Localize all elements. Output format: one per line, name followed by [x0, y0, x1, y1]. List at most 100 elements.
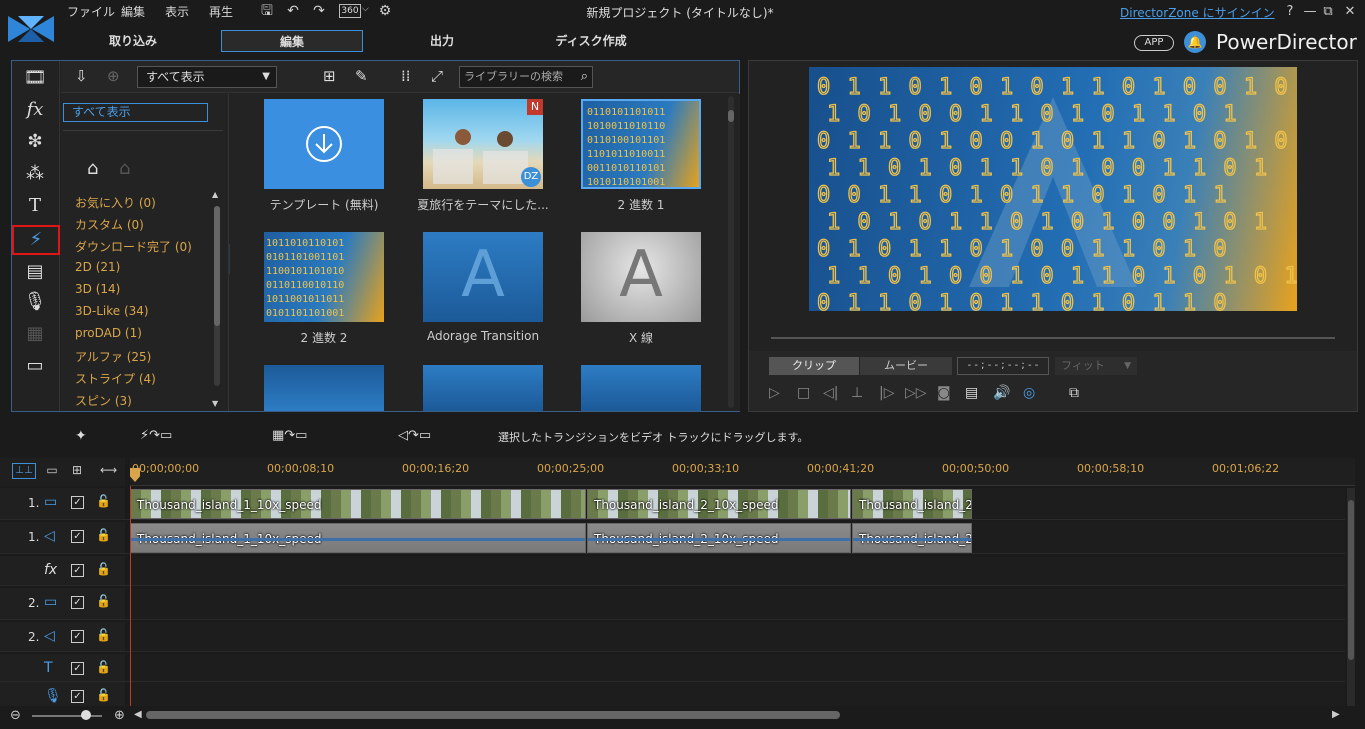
- split-icon[interactable]: ⊥: [851, 385, 863, 401]
- thumb-xray[interactable]: A: [581, 232, 701, 322]
- timeline-ruler[interactable]: 00;00;00;00 00;00;08;10 00;00;16;20 00;00;2…: [130, 458, 1355, 486]
- tab-produce[interactable]: 出力: [371, 30, 513, 52]
- category-item[interactable]: お気に入り (0): [75, 194, 156, 211]
- track-enable-checkbox[interactable]: ✓: [71, 662, 84, 675]
- category-item[interactable]: 3D (14): [75, 282, 120, 296]
- lock-icon[interactable]: 🔓: [96, 628, 111, 642]
- edit-icon[interactable]: ✎: [355, 67, 368, 85]
- zoom-out-icon[interactable]: ⊖: [10, 708, 21, 723]
- track-body[interactable]: [130, 654, 1345, 681]
- tab-edit[interactable]: 編集: [221, 30, 363, 52]
- tab-disc[interactable]: ディスク作成: [520, 30, 662, 52]
- magic-tool-icon[interactable]: ✦: [75, 428, 87, 444]
- zoom-slider-thumb[interactable]: [81, 710, 91, 720]
- voice-over-room-icon[interactable]: 🎙: [22, 289, 48, 315]
- undo-icon[interactable]: ↶: [284, 2, 302, 20]
- media-room-icon[interactable]: 🎞: [22, 65, 48, 91]
- thumb-row3-1[interactable]: [264, 365, 384, 411]
- timeline-v-scroll-thumb[interactable]: [1348, 500, 1354, 660]
- zoom-in-icon[interactable]: ⊕: [114, 708, 125, 723]
- timecode-display[interactable]: - - ; - - ; - - ; - -: [957, 357, 1049, 375]
- category-item[interactable]: アルファ (25): [75, 348, 151, 365]
- audio-mix-room-icon[interactable]: ▤: [22, 259, 48, 285]
- track-body[interactable]: [130, 556, 1345, 585]
- fx-room-icon[interactable]: fx: [22, 97, 48, 123]
- lock-icon[interactable]: 🔓: [96, 594, 111, 608]
- thumb-row3-2[interactable]: [423, 365, 543, 411]
- particle-room-icon[interactable]: ⁂: [22, 161, 48, 187]
- 360-icon[interactable]: 360: [339, 4, 361, 18]
- video-clip[interactable]: Thousand_island_2_: [852, 489, 972, 519]
- add-tag-icon[interactable]: ⌂: [87, 158, 98, 179]
- chapter-room-icon[interactable]: ▦: [22, 321, 48, 347]
- close-icon[interactable]: ✕: [1340, 2, 1360, 22]
- directorzone-signin-link[interactable]: DirectorZone にサインイン: [1120, 4, 1275, 21]
- library-search-input[interactable]: ライブラリーの検索 ⌕: [459, 66, 593, 88]
- fit-select[interactable]: フィット ▼: [1055, 357, 1137, 375]
- grid-scroll-thumb[interactable]: [728, 110, 734, 122]
- track-body[interactable]: Thousand_island_1_10x_speedThousand_isla…: [130, 522, 1345, 553]
- thumb-template[interactable]: [264, 99, 384, 189]
- scroll-left-icon[interactable]: ◀: [134, 709, 142, 720]
- apply-prefix-transition-icon[interactable]: ⚡↷▭: [140, 428, 172, 443]
- scroll-up-icon[interactable]: ▲: [212, 190, 218, 199]
- track-manager-icon[interactable]: ⊞: [72, 463, 82, 477]
- chevron-down-icon[interactable]: ⌵: [362, 4, 369, 14]
- lock-icon[interactable]: 🔓: [96, 562, 111, 576]
- apply-all-transition-icon[interactable]: ▦↷▭: [272, 428, 307, 443]
- category-item[interactable]: カスタム (0): [75, 216, 144, 233]
- 360-view-icon[interactable]: ◎: [1023, 385, 1035, 401]
- category-item[interactable]: proDAD (1): [75, 326, 142, 340]
- storyboard-view-icon[interactable]: ▭: [42, 463, 62, 479]
- track-body[interactable]: [130, 682, 1345, 707]
- prev-frame-icon[interactable]: ◁|: [823, 385, 838, 401]
- add-to-timeline-icon[interactable]: ⊞: [323, 67, 336, 85]
- category-item[interactable]: 3D-Like (34): [75, 304, 149, 318]
- video-clip[interactable]: Thousand_island_1_10x_speed: [130, 489, 586, 519]
- grid-scrollbar[interactable]: [728, 96, 734, 408]
- expand-icon[interactable]: ⤢: [431, 67, 443, 85]
- preview-video[interactable]: 0 1 1 0 1 0 1 0 1 1 0 1 0 0 1 01 0 1 0 0…: [809, 67, 1297, 311]
- subtitle-room-icon[interactable]: ▭: [22, 353, 48, 379]
- download-icon[interactable]: ⊕: [107, 67, 120, 85]
- app-badge[interactable]: APP: [1134, 35, 1174, 51]
- undock-icon[interactable]: ⧉: [1069, 385, 1079, 401]
- track-enable-checkbox[interactable]: ✓: [71, 690, 84, 703]
- timeline-h-scroll-thumb[interactable]: [146, 711, 840, 719]
- show-all-category[interactable]: すべて表示: [63, 103, 208, 122]
- search-icon[interactable]: ⌕: [581, 67, 588, 87]
- track-body[interactable]: [130, 588, 1345, 619]
- track-body[interactable]: Thousand_island_1_10x_speedThousand_isla…: [130, 488, 1345, 519]
- category-scroll-thumb[interactable]: [214, 206, 220, 326]
- gear-icon[interactable]: ⚙: [376, 2, 394, 20]
- subtitle-icon[interactable]: ▤: [965, 385, 978, 401]
- movie-mode-button[interactable]: ムービー: [860, 357, 952, 375]
- help-icon[interactable]: ?: [1280, 2, 1300, 22]
- category-item[interactable]: ダウンロード完了 (0): [75, 238, 192, 255]
- save-icon[interactable]: 🖫: [258, 2, 276, 20]
- bell-icon[interactable]: 🔔: [1184, 31, 1206, 53]
- audio-clip[interactable]: Thousand_island_2_10x_speed: [587, 523, 851, 553]
- clip-mode-button[interactable]: クリップ: [769, 357, 859, 375]
- track-enable-checkbox[interactable]: ✓: [71, 564, 84, 577]
- timeline-view-icon[interactable]: ⊥⊥: [12, 463, 36, 479]
- scroll-down-icon[interactable]: ▼: [212, 399, 218, 408]
- title-room-icon[interactable]: T: [22, 193, 48, 219]
- zoom-slider[interactable]: [32, 715, 102, 717]
- import-icon[interactable]: ⇩: [75, 67, 88, 85]
- grid-view-icon[interactable]: ⁞⁞: [401, 67, 411, 85]
- tab-import[interactable]: 取り込み: [62, 30, 204, 52]
- redo-icon[interactable]: ↷: [310, 2, 328, 20]
- thumb-adorage[interactable]: A: [423, 232, 543, 322]
- minimize-icon[interactable]: —: [1300, 2, 1320, 22]
- pip-room-icon[interactable]: ❇: [22, 129, 48, 155]
- category-item[interactable]: 2D (21): [75, 260, 120, 274]
- restore-icon[interactable]: ⧉: [1318, 2, 1338, 22]
- category-dropdown[interactable]: すべて表示 ▼: [137, 66, 277, 88]
- video-clip[interactable]: Thousand_island_2_10x_speed: [587, 489, 851, 519]
- seek-bar[interactable]: [771, 337, 1335, 339]
- scroll-right-icon[interactable]: ▶: [1332, 709, 1340, 720]
- lock-icon[interactable]: 🔓: [96, 528, 111, 542]
- stop-icon[interactable]: □: [797, 385, 810, 401]
- category-item[interactable]: スピン (3): [75, 392, 132, 409]
